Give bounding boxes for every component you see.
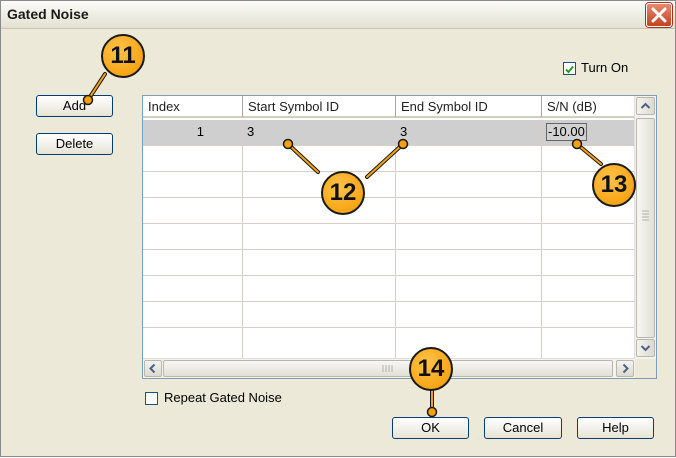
cell[interactable]	[396, 146, 542, 171]
table-row[interactable]	[143, 172, 635, 198]
table-header: Index Start Symbol ID End Symbol ID S/N …	[143, 96, 635, 120]
cell[interactable]	[396, 172, 542, 197]
cell[interactable]	[243, 146, 396, 171]
scroll-up-button[interactable]	[636, 97, 655, 115]
cell[interactable]	[243, 198, 396, 223]
horizontal-scrollbar[interactable]	[143, 358, 635, 378]
gated-noise-dialog: Gated Noise Turn On Add Delete Index Sta…	[0, 0, 676, 457]
cell-end-symbol-id[interactable]: 3	[396, 120, 542, 145]
callout-14: 14	[409, 347, 453, 391]
table-row[interactable]	[143, 302, 635, 328]
help-button[interactable]: Help	[577, 417, 654, 439]
cell[interactable]	[143, 172, 243, 197]
chevron-up-icon	[640, 102, 651, 109]
scroll-left-button[interactable]	[144, 360, 162, 377]
cell[interactable]	[143, 250, 243, 275]
add-button[interactable]: Add	[36, 95, 113, 117]
delete-button[interactable]: Delete	[36, 133, 113, 155]
cell[interactable]	[243, 224, 396, 249]
grip-icon	[642, 210, 649, 221]
close-icon	[651, 7, 667, 23]
column-header-start-symbol-id[interactable]: Start Symbol ID	[243, 96, 396, 118]
cell[interactable]	[143, 146, 243, 171]
cell[interactable]	[396, 302, 542, 327]
column-header-sn-db[interactable]: S/N (dB)	[542, 96, 635, 118]
cell[interactable]	[143, 198, 243, 223]
cell[interactable]	[143, 276, 243, 301]
vertical-scroll-thumb[interactable]	[636, 118, 655, 338]
cell[interactable]	[143, 302, 243, 327]
cell[interactable]	[243, 302, 396, 327]
callout-11: 11	[101, 34, 145, 78]
cell[interactable]	[243, 276, 396, 301]
repeat-gated-noise-label: Repeat Gated Noise	[164, 390, 282, 405]
cell[interactable]	[396, 224, 542, 249]
cell[interactable]	[542, 276, 635, 301]
callout-12: 12	[321, 171, 365, 215]
cell[interactable]	[143, 224, 243, 249]
callout-dot	[426, 406, 438, 418]
table-row[interactable]	[143, 328, 635, 359]
gated-noise-table[interactable]: Index Start Symbol ID End Symbol ID S/N …	[142, 95, 657, 379]
table-row[interactable]	[143, 276, 635, 302]
cell[interactable]	[542, 302, 635, 327]
cell[interactable]	[243, 172, 396, 197]
ok-button[interactable]: OK	[392, 417, 469, 439]
table-row[interactable]	[143, 224, 635, 250]
turn-on-checkbox[interactable]	[563, 62, 576, 75]
scrollbar-corner	[635, 359, 656, 378]
callout-13: 13	[592, 163, 636, 207]
column-header-index[interactable]: Index	[143, 96, 243, 118]
scroll-right-button[interactable]	[616, 360, 634, 377]
cell[interactable]	[396, 198, 542, 223]
cell[interactable]	[143, 328, 243, 359]
cell-start-symbol-id[interactable]: 3	[243, 120, 396, 145]
column-header-end-symbol-id[interactable]: End Symbol ID	[396, 96, 542, 118]
chevron-down-icon	[640, 345, 651, 352]
horizontal-scroll-thumb[interactable]	[163, 360, 613, 377]
table-row[interactable]	[143, 250, 635, 276]
window-title: Gated Noise	[7, 6, 89, 22]
cancel-button[interactable]: Cancel	[484, 417, 562, 439]
sn-db-edit-field[interactable]: -10.00	[546, 123, 587, 141]
chevron-left-icon	[149, 363, 156, 374]
scroll-down-button[interactable]	[636, 339, 655, 357]
table-row[interactable]: 1 3 3 -10.00	[143, 120, 635, 146]
cell-index[interactable]: 1	[143, 120, 243, 145]
cell[interactable]	[542, 224, 635, 249]
cell[interactable]	[542, 250, 635, 275]
turn-on-label: Turn On	[581, 60, 629, 75]
vertical-scrollbar[interactable]	[634, 96, 656, 359]
cell[interactable]	[396, 250, 542, 275]
table-row[interactable]	[143, 198, 635, 224]
cell[interactable]	[243, 328, 396, 359]
title-bar[interactable]: Gated Noise	[1, 1, 675, 29]
repeat-gated-noise-checkbox[interactable]	[145, 392, 158, 405]
grip-icon	[382, 365, 393, 372]
cell-sn-db[interactable]: -10.00	[542, 120, 635, 145]
cell[interactable]	[542, 328, 635, 359]
table-row[interactable]	[143, 146, 635, 172]
cell[interactable]	[243, 250, 396, 275]
close-button[interactable]	[646, 3, 672, 27]
checkmark-icon	[565, 65, 574, 74]
chevron-right-icon	[622, 363, 629, 374]
cell[interactable]	[396, 276, 542, 301]
